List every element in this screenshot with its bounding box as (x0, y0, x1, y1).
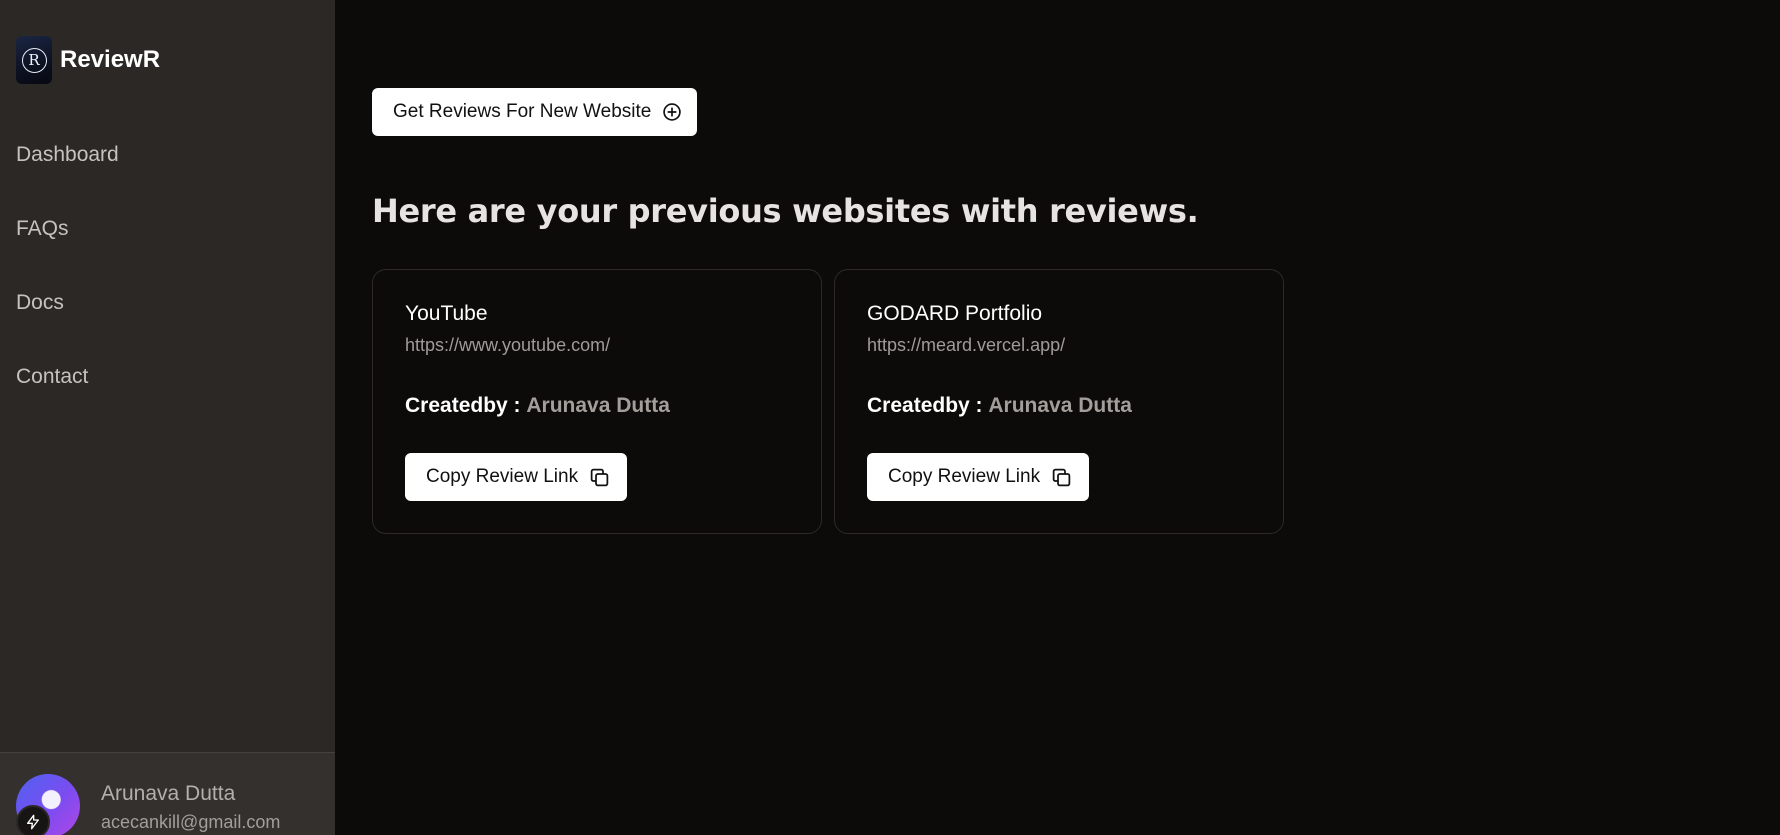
user-name: Arunava Dutta (101, 782, 236, 805)
website-card-created-by: Createdby : Arunava Dutta (405, 394, 670, 418)
lightning-icon (16, 805, 50, 835)
created-by-value: Arunava Dutta (988, 394, 1132, 417)
sidebar: R ReviewR Dashboard FAQs Docs Contact Ar… (0, 0, 335, 835)
website-card-url: https://www.youtube.com/ (405, 335, 611, 355)
user-profile[interactable]: Arunava Dutta acecankill@gmail.com (0, 752, 335, 835)
get-reviews-new-website-button[interactable]: Get Reviews For New Website (372, 88, 697, 136)
brand[interactable]: R ReviewR (16, 36, 160, 84)
website-card-url: https://meard.vercel.app/ (867, 335, 1066, 355)
sidebar-item-docs[interactable]: Docs (16, 284, 119, 358)
copy-review-link-label: Copy Review Link (888, 466, 1041, 487)
created-by-value: Arunava Dutta (526, 394, 670, 417)
brand-logo-icon: R (16, 36, 52, 84)
copy-icon (1051, 467, 1072, 488)
copy-icon (589, 467, 610, 488)
app-root: R ReviewR Dashboard FAQs Docs Contact Ar… (0, 0, 1780, 835)
brand-name: ReviewR (60, 46, 161, 73)
brand-logo-letter: R (21, 47, 47, 73)
sidebar-item-dashboard[interactable]: Dashboard (16, 136, 119, 210)
copy-review-link-button[interactable]: Copy Review Link (867, 453, 1089, 501)
user-email: acecankill@gmail.com (101, 812, 281, 832)
website-card-list: YouTube https://www.youtube.com/ Created… (372, 269, 1284, 534)
website-card-title: YouTube (405, 302, 488, 325)
get-reviews-button-label: Get Reviews For New Website (393, 101, 652, 122)
sidebar-nav: Dashboard FAQs Docs Contact (16, 136, 119, 432)
website-card: YouTube https://www.youtube.com/ Created… (372, 269, 822, 534)
website-card-created-by: Createdby : Arunava Dutta (867, 394, 1132, 418)
created-by-label: Createdby : (405, 394, 521, 417)
website-card: GODARD Portfolio https://meard.vercel.ap… (834, 269, 1284, 534)
copy-review-link-button[interactable]: Copy Review Link (405, 453, 627, 501)
sidebar-item-faqs[interactable]: FAQs (16, 210, 119, 284)
website-card-title: GODARD Portfolio (867, 302, 1043, 325)
main-content: Get Reviews For New Website Here are you… (335, 0, 1780, 835)
plus-circle-icon (662, 102, 682, 122)
created-by-label: Createdby : (867, 394, 983, 417)
copy-review-link-label: Copy Review Link (426, 466, 579, 487)
page-title: Here are your previous websites with rev… (372, 192, 1199, 230)
sidebar-item-contact[interactable]: Contact (16, 358, 119, 432)
